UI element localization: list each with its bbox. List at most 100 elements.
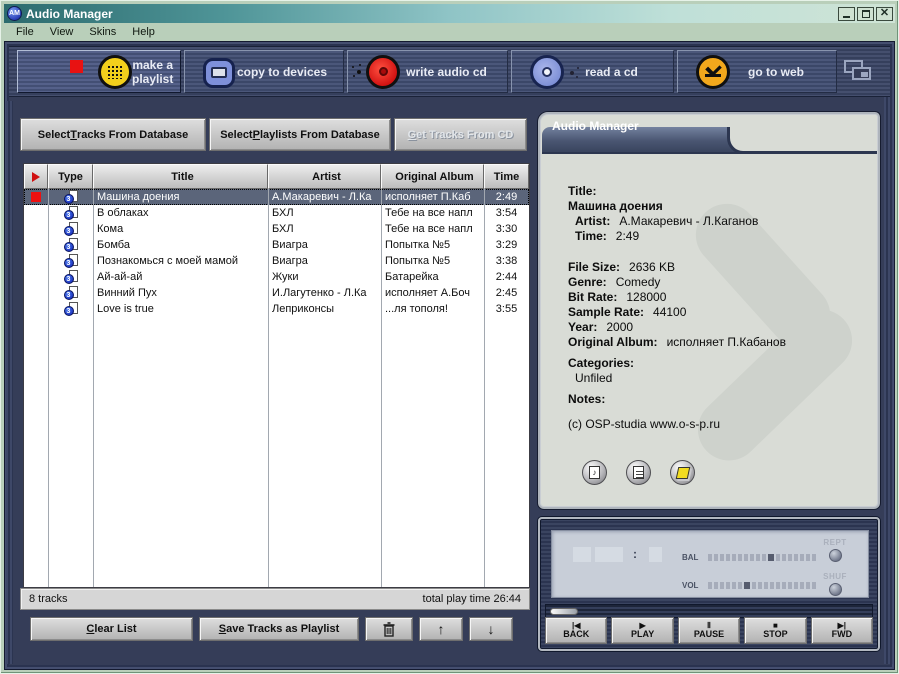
table-row[interactable]: 3 Ай-ай-ай Жуки Батарейка 2:44 bbox=[24, 269, 529, 285]
playlist-actions: Clear List Save Tracks as Playlist ↑ ↓ bbox=[30, 617, 513, 641]
make-playlist-button[interactable]: make a playlist bbox=[17, 50, 181, 93]
header-time[interactable]: Time bbox=[484, 164, 529, 189]
frame-decoration-right bbox=[884, 47, 893, 664]
back-button[interactable]: |◀ BACK bbox=[545, 617, 608, 644]
volume-slider[interactable] bbox=[708, 582, 818, 589]
info-panel-buttons: ♪ bbox=[582, 460, 695, 485]
play-arrow-icon bbox=[32, 171, 40, 182]
year-label: Year: bbox=[568, 320, 598, 334]
mp3-file-icon: 3 bbox=[63, 286, 78, 300]
pause-button[interactable]: Ⅱ PAUSE bbox=[677, 617, 741, 644]
file-size-value: 2636 KB bbox=[629, 260, 676, 274]
balance-slider[interactable] bbox=[708, 554, 818, 561]
maximize-icon bbox=[861, 9, 870, 18]
read-a-cd-label: read a cd bbox=[585, 64, 638, 79]
up-arrow-icon: ↑ bbox=[437, 621, 445, 637]
balance-label: BAL bbox=[682, 553, 699, 562]
window-title: Audio Manager bbox=[26, 6, 113, 21]
mp3-file-icon: 3 bbox=[63, 238, 78, 252]
header-artist[interactable]: Artist bbox=[268, 164, 381, 189]
app-window: AM Audio Manager ✕ File View Skins Help … bbox=[0, 0, 899, 674]
repeat-toggle[interactable]: REPT bbox=[814, 538, 856, 562]
forward-button[interactable]: ▶| FWD bbox=[810, 617, 874, 644]
mp3-file-icon: 3 bbox=[63, 254, 78, 268]
select-tracks-from-database-button[interactable]: Select Tracks From Database bbox=[20, 118, 206, 151]
mp3-file-icon: 3 bbox=[63, 270, 78, 284]
read-a-cd-button[interactable]: read a cd bbox=[511, 50, 674, 93]
titlebar[interactable]: AM Audio Manager ✕ bbox=[4, 4, 895, 23]
categories-value: Unfiled bbox=[575, 371, 613, 385]
mp3-file-icon: 3 bbox=[63, 222, 78, 236]
transport-controls: |◀ BACK ▶ PLAY Ⅱ PAUSE ■ STOP ▶| FWD bbox=[545, 617, 874, 644]
move-track-down-button[interactable]: ↓ bbox=[469, 617, 513, 641]
menu-file[interactable]: File bbox=[8, 24, 42, 40]
minimize-button[interactable] bbox=[838, 6, 855, 21]
seek-handle[interactable] bbox=[550, 608, 578, 615]
save-tracks-as-playlist-button[interactable]: Save Tracks as Playlist bbox=[199, 617, 359, 641]
get-tracks-from-cd-button[interactable]: Get Tracks From CD bbox=[394, 118, 527, 151]
table-row[interactable]: 3 Кома БХЛ Тебе на все напл 3:30 bbox=[24, 221, 529, 237]
close-button[interactable]: ✕ bbox=[876, 6, 893, 21]
player-lcd-display: : BAL VOL REPT SHUF bbox=[551, 530, 869, 598]
frame-decoration-left bbox=[6, 101, 13, 664]
repeat-button-icon bbox=[828, 549, 842, 562]
go-to-web-label: go to web bbox=[748, 64, 804, 79]
mp3-file-icon: 3 bbox=[63, 302, 78, 316]
window-controls: ✕ bbox=[838, 6, 893, 21]
header-play-column[interactable] bbox=[24, 164, 48, 189]
menubar: File View Skins Help bbox=[4, 23, 895, 41]
original-album-value: исполняет П.Кабанов bbox=[666, 335, 786, 349]
copy-to-devices-button[interactable]: copy to devices bbox=[184, 50, 344, 93]
details-document-button[interactable] bbox=[626, 460, 651, 485]
maximize-button[interactable] bbox=[857, 6, 874, 21]
header-title[interactable]: Title bbox=[93, 164, 268, 189]
clear-list-button[interactable]: Clear List bbox=[30, 617, 193, 641]
shuffle-toggle[interactable]: SHUF bbox=[814, 572, 856, 596]
track-details: Title: Машина доения Artist: А.Макаревич … bbox=[568, 184, 866, 432]
go-to-web-button[interactable]: go to web bbox=[677, 50, 837, 93]
portable-device-icon bbox=[203, 57, 235, 88]
active-mode-indicator bbox=[70, 60, 83, 73]
stop-button[interactable]: ■ STOP bbox=[744, 617, 807, 644]
table-row[interactable]: 3 В облаках БХЛ Тебе на все напл 3:54 bbox=[24, 205, 529, 221]
info-panel-title: Audio Manager bbox=[552, 119, 639, 133]
menu-view[interactable]: View bbox=[42, 24, 82, 40]
file-size-label: File Size: bbox=[568, 260, 621, 274]
menu-skins[interactable]: Skins bbox=[81, 24, 124, 40]
delete-track-button[interactable] bbox=[365, 617, 413, 641]
document-icon bbox=[633, 466, 644, 479]
header-type[interactable]: Type bbox=[48, 164, 93, 189]
title-label: Title: bbox=[568, 184, 597, 198]
select-playlists-from-database-button[interactable]: Select Playlists From Database bbox=[209, 118, 391, 151]
sample-rate-value: 44100 bbox=[653, 305, 687, 319]
shuffle-button-icon bbox=[828, 583, 842, 596]
table-row[interactable]: 3 Машина доения А.Макаревич - Л.Ка испол… bbox=[24, 189, 529, 205]
close-icon: ✕ bbox=[879, 7, 890, 19]
categories-label: Categories: bbox=[568, 356, 635, 370]
move-track-up-button[interactable]: ↑ bbox=[419, 617, 463, 641]
table-row[interactable]: 3 Love is true Леприконсы ...ля тополя! … bbox=[24, 301, 529, 317]
table-row[interactable]: 3 Винний Пух И.Лагутенко - Л.Ка исполняе… bbox=[24, 285, 529, 301]
table-row[interactable]: 3 Познакомься с моей мамой Виагра Попытк… bbox=[24, 253, 529, 269]
menu-help[interactable]: Help bbox=[124, 24, 163, 40]
header-album[interactable]: Original Album bbox=[381, 164, 484, 189]
edit-notes-button[interactable] bbox=[670, 460, 695, 485]
genre-label: Genre: bbox=[568, 275, 607, 289]
database-buttons: Select Tracks From Database Select Playl… bbox=[20, 118, 527, 151]
trash-icon bbox=[383, 621, 395, 637]
play-button[interactable]: ▶ PLAY bbox=[611, 617, 674, 644]
artist-label: Artist: bbox=[575, 214, 611, 228]
web-download-icon bbox=[696, 54, 730, 89]
app-logo-icon: AM bbox=[7, 6, 22, 21]
music-note-icon: ♪ bbox=[589, 466, 600, 479]
table-row[interactable]: 3 Бомба Виагра Попытка №5 3:29 bbox=[24, 237, 529, 253]
cascade-windows-icon[interactable] bbox=[844, 60, 874, 84]
write-audio-cd-button[interactable]: write audio cd bbox=[347, 50, 508, 93]
volume-label: VOL bbox=[682, 581, 699, 590]
seek-bar[interactable] bbox=[545, 604, 873, 618]
bit-rate-label: Bit Rate: bbox=[568, 290, 618, 304]
status-bar: 8 tracks total play time 26:44 bbox=[20, 588, 530, 610]
total-play-time: total play time 26:44 bbox=[422, 593, 521, 605]
audio-file-button[interactable]: ♪ bbox=[582, 460, 607, 485]
track-table: Type Title Artist Original Album Time 3 … bbox=[23, 163, 530, 588]
